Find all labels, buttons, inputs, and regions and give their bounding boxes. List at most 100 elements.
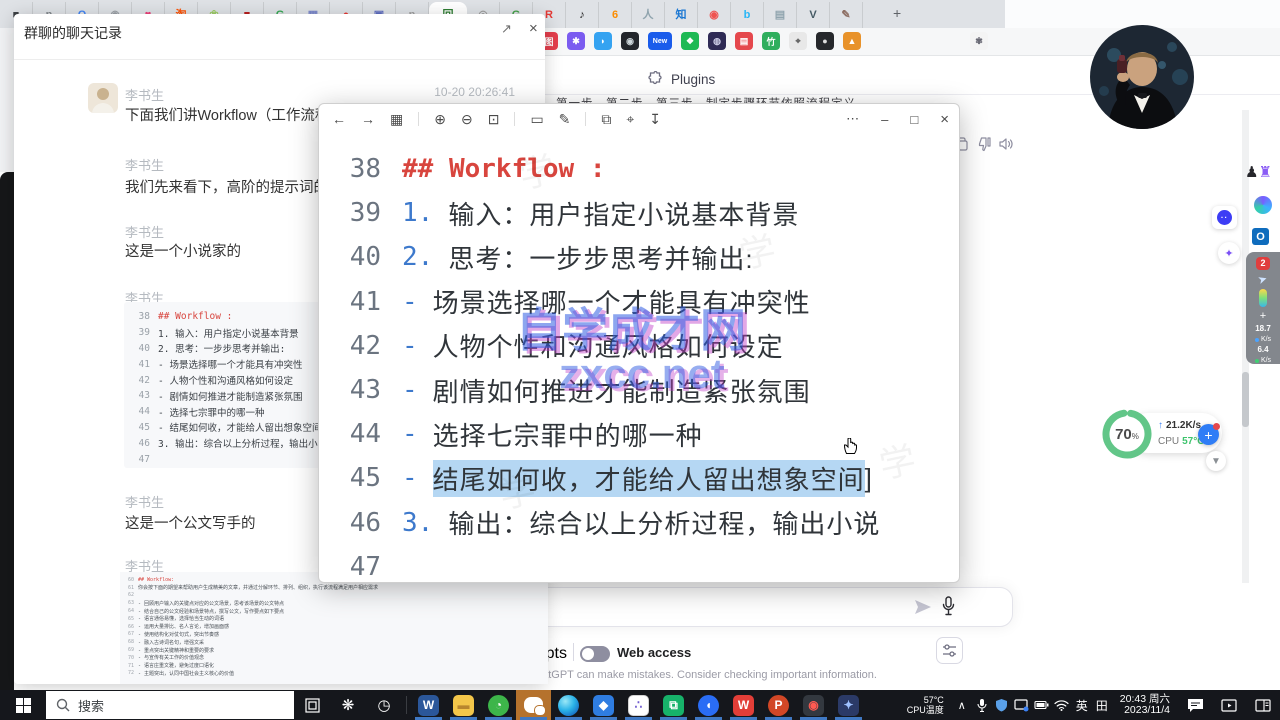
- line-text: - 重点突出关键精神和重要的要求: [138, 647, 214, 654]
- line-number: 63: [126, 600, 134, 606]
- tray-battery-icon[interactable]: [1032, 690, 1052, 720]
- video-popup-icon[interactable]: [1212, 690, 1246, 720]
- browser-tab[interactable]: ✎: [830, 2, 863, 28]
- net-speed-panel[interactable]: 2 ➤ + 18.7 K/s 6.4 K/s: [1246, 252, 1280, 364]
- minimize-icon[interactable]: –: [881, 112, 888, 127]
- close-icon[interactable]: ×: [529, 20, 538, 37]
- browser-tab[interactable]: ♪: [566, 2, 599, 28]
- bookmark-icon[interactable]: ◗: [594, 32, 612, 50]
- edit-icon[interactable]: ✎: [559, 111, 571, 128]
- bookmark-icon[interactable]: ❖: [681, 32, 699, 50]
- taskbar-app[interactable]: ◉: [796, 690, 831, 720]
- taskbar-app[interactable]: [516, 690, 551, 720]
- bookmark-icon[interactable]: ⌖: [789, 32, 807, 50]
- copilot-icon[interactable]: [1254, 196, 1272, 214]
- taskbar-app[interactable]: [551, 690, 586, 720]
- thumbnails-icon[interactable]: ▦: [390, 111, 403, 128]
- browser-tab[interactable]: 知: [665, 2, 698, 28]
- bookmark-icon[interactable]: ✱: [567, 32, 585, 50]
- close-icon[interactable]: ×: [940, 111, 949, 128]
- tray-wifi-icon[interactable]: [1052, 690, 1072, 720]
- actual-size-icon[interactable]: ⊡: [488, 111, 500, 128]
- ime-language-indicator[interactable]: 英: [1072, 690, 1092, 720]
- speed-unit: K/s: [1261, 357, 1271, 364]
- tune-settings-button[interactable]: [936, 637, 963, 664]
- browser-tab[interactable]: ◉: [698, 2, 731, 28]
- ai-assistant-chip[interactable]: ··: [1212, 206, 1237, 229]
- browser-tab[interactable]: 人: [632, 2, 665, 28]
- taskbar-app[interactable]: ▬: [446, 690, 481, 720]
- line-prefix: -: [402, 463, 418, 493]
- taskbar-app[interactable]: ∴: [621, 690, 656, 720]
- search-icon: [56, 698, 70, 712]
- model-tab-plugins[interactable]: Plugins: [648, 68, 715, 90]
- bookmark-icon[interactable]: New: [648, 32, 672, 50]
- outlook-icon[interactable]: O: [1252, 228, 1269, 245]
- system-tray: 57°CCPU温度 ∧ 英 田 20:43 周六2023/11/4: [907, 690, 1280, 720]
- taskbar-app[interactable]: ◔: [481, 690, 516, 720]
- bookmark-icon[interactable]: ✾: [970, 32, 988, 50]
- panel-toggle-icon[interactable]: [1246, 690, 1280, 720]
- code-line-small: 66- 运用大量排比、名人言论，增加画面感: [126, 623, 542, 631]
- speaker-icon[interactable]: [998, 136, 1015, 153]
- task-view-button[interactable]: [294, 690, 330, 720]
- clock-app-icon[interactable]: ◷: [366, 690, 402, 720]
- forward-icon[interactable]: →: [361, 111, 375, 127]
- ocr-icon[interactable]: ⌖: [626, 111, 634, 128]
- bookmark-icon[interactable]: ◍: [708, 32, 726, 50]
- taskbar-app[interactable]: ✦: [831, 690, 866, 720]
- tray-expand-chevron[interactable]: ∧: [952, 690, 972, 720]
- scrollbar-thumb[interactable]: [1242, 372, 1249, 427]
- ime-mode-icon[interactable]: 田: [1092, 690, 1112, 720]
- browser-tab[interactable]: 6: [599, 2, 632, 28]
- browser-tab[interactable]: ▤: [764, 2, 797, 28]
- bookmark-icon[interactable]: ▲: [843, 32, 861, 50]
- new-tab-button[interactable]: +: [893, 5, 901, 21]
- browser-tab[interactable]: b: [731, 2, 764, 28]
- sparkle-assistant-icon[interactable]: ✦: [1218, 242, 1240, 264]
- zoom-in-icon[interactable]: ⊕: [434, 111, 446, 128]
- save-icon[interactable]: ↧: [649, 111, 661, 128]
- taskbar-app[interactable]: P: [761, 690, 796, 720]
- taskbar-app[interactable]: ◆: [586, 690, 621, 720]
- taskbar-app[interactable]: ⧉: [656, 690, 691, 720]
- copy-icon[interactable]: ⧉: [601, 111, 611, 128]
- percent-sign: %: [1132, 432, 1139, 441]
- bookmark-icon[interactable]: ▤: [735, 32, 753, 50]
- tray-shield-icon[interactable]: [992, 690, 1012, 720]
- toolbar-separator: [418, 112, 419, 126]
- web-access-toggle[interactable]: [580, 646, 610, 662]
- more-icon[interactable]: ⋯: [846, 111, 859, 127]
- maximize-icon[interactable]: □: [910, 112, 918, 127]
- collapse-arrow-button[interactable]: ▼: [1206, 451, 1226, 471]
- back-icon[interactable]: ←: [332, 111, 346, 127]
- widget-add-button[interactable]: +: [1198, 424, 1219, 445]
- divider: [14, 59, 545, 60]
- browser-tab[interactable]: V: [797, 2, 830, 28]
- taskbar-app[interactable]: ◖: [691, 690, 726, 720]
- chess-extension-icon[interactable]: ♟♜: [1245, 163, 1272, 181]
- bookmark-icon[interactable]: ◉: [621, 32, 639, 50]
- send-icon[interactable]: [914, 599, 932, 615]
- taskbar-search-input[interactable]: 搜索: [46, 691, 294, 719]
- tray-screen-share-icon[interactable]: [1012, 690, 1032, 720]
- start-button[interactable]: [0, 690, 46, 720]
- viewer-window-controls: ⋯ – □ ×: [846, 104, 949, 134]
- cpu-temp-tray[interactable]: 57°CCPU温度: [907, 695, 944, 715]
- forward-icon[interactable]: ↗: [501, 21, 512, 37]
- zoom-out-icon[interactable]: ⊖: [461, 111, 473, 128]
- crop-icon[interactable]: ▭: [530, 111, 543, 128]
- taskbar-app[interactable]: W: [411, 690, 446, 720]
- tray-mic-icon[interactable]: [972, 690, 992, 720]
- line-trail: ]: [865, 463, 872, 494]
- bookmark-icon[interactable]: 竹: [762, 32, 780, 50]
- notification-center-icon[interactable]: [1178, 690, 1212, 720]
- tab-favicon: ▤: [775, 10, 785, 21]
- mic-icon[interactable]: [941, 596, 956, 617]
- bookmark-icon[interactable]: ●: [816, 32, 834, 50]
- thumbs-down-icon[interactable]: [976, 136, 993, 153]
- cpu-usage-ring[interactable]: 70%: [1099, 406, 1155, 462]
- pinwheel-app-icon[interactable]: ❋: [330, 690, 366, 720]
- taskbar-app[interactable]: W: [726, 690, 761, 720]
- tray-clock[interactable]: 20:43 周六2023/11/4: [1120, 694, 1170, 716]
